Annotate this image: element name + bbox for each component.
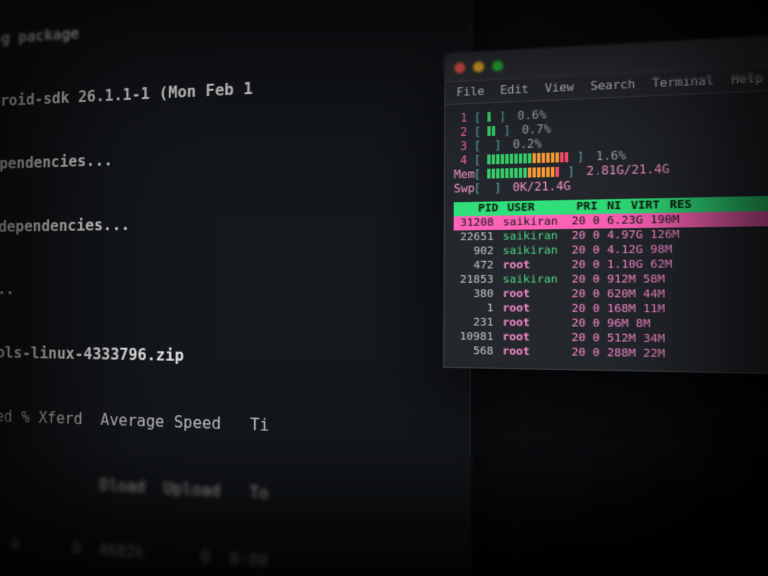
curl-header: % Received % Xferd Average Speed Ti bbox=[0, 402, 452, 443]
proc-user: saikiran bbox=[503, 229, 563, 244]
proc-pid: 380 bbox=[453, 287, 493, 301]
process-row[interactable]: 21853saikiran20 0 912M 58M bbox=[453, 271, 768, 287]
process-row[interactable]: 31208saikiran20 0 6.23G 190M bbox=[454, 209, 768, 231]
process-row[interactable]: 1root20 0 168M 11M bbox=[453, 301, 768, 318]
cpu-row: 3[]0.2% bbox=[454, 123, 768, 153]
curl-row: 100 147M 0 0 4682k 0 0:00 bbox=[0, 526, 451, 576]
maximize-icon[interactable] bbox=[492, 60, 503, 71]
mem-value: 2.81G/21.4G bbox=[586, 162, 669, 178]
col-pri: PRI bbox=[576, 201, 597, 214]
cpu-bar bbox=[488, 112, 493, 122]
cpu-bar bbox=[488, 152, 570, 164]
menu-terminal[interactable]: Terminal bbox=[652, 74, 714, 90]
process-header: PID USER PRI NI VIRT RES bbox=[454, 193, 768, 217]
cpu-num: 1 bbox=[454, 111, 467, 125]
proc-rest: 20 0 4.97G 126M bbox=[572, 224, 768, 243]
log-line: ng runtime dependencies... bbox=[0, 137, 453, 177]
proc-rest: 20 0 96M 8M bbox=[572, 316, 768, 334]
process-row[interactable]: 902saikiran20 0 4.12G 98M bbox=[454, 240, 768, 259]
col-ni: NI bbox=[607, 200, 621, 213]
menu-edit[interactable]: Edit bbox=[500, 83, 529, 97]
curl-header: Dload Upload To bbox=[0, 464, 451, 515]
process-row[interactable]: 231 root 20 0 96M 8M bbox=[453, 316, 768, 335]
minimize-icon[interactable] bbox=[473, 61, 484, 72]
cpu-pct: 0.2% bbox=[513, 137, 542, 151]
proc-user: saikiran bbox=[503, 244, 563, 259]
process-list: 31208saikiran20 0 6.23G 190M22651saikira… bbox=[453, 209, 768, 366]
proc-user: root bbox=[502, 330, 562, 345]
proc-user: root bbox=[502, 316, 562, 331]
proc-user: root bbox=[503, 301, 563, 316]
right-terminal-window: File Edit View Search Terminal Help Task… bbox=[443, 27, 768, 377]
process-row[interactable]: 10981root20 0 512M 34M bbox=[453, 330, 768, 350]
proc-rest: 20 0 620M 44M bbox=[572, 287, 768, 303]
htop-panel: Tasks: 106, 497 thr Load average: 0.08 U… bbox=[444, 84, 768, 376]
menu-help[interactable]: Help bbox=[731, 72, 763, 87]
cpu-row: 2[]0.7% bbox=[454, 108, 768, 140]
cpu-pct: 0.7% bbox=[522, 122, 551, 136]
process-row[interactable]: 472root20 0 1.10G 62M bbox=[453, 256, 768, 273]
swp-row: Swp [] 0K/21.4G bbox=[454, 170, 768, 196]
proc-rest: 20 0 1.10G 62M bbox=[572, 256, 768, 273]
col-res: RES bbox=[670, 199, 692, 212]
log-line: ving sources... bbox=[0, 278, 452, 302]
swp-value: 0K/21.4G bbox=[513, 179, 571, 194]
proc-rest: 20 0 4.12G 98M bbox=[572, 240, 768, 258]
col-user: USER bbox=[507, 201, 567, 214]
left-terminal: installing package package: android-sdk … bbox=[0, 0, 472, 576]
proc-rest: 20 0 912M 58M bbox=[572, 271, 768, 287]
proc-user: root bbox=[503, 258, 563, 273]
log-line: package: android-sdk 26.1.1-1 (Mon Feb 1 bbox=[0, 67, 453, 116]
proc-user: root bbox=[503, 287, 563, 302]
proc-user: saikiran bbox=[503, 273, 563, 288]
menu-search[interactable]: Search bbox=[590, 78, 635, 93]
menu-view[interactable]: View bbox=[545, 81, 574, 96]
mem-bar bbox=[488, 167, 561, 179]
proc-rest: 20 0 6.23G 190M bbox=[572, 209, 768, 229]
proc-user: saikiran bbox=[503, 215, 563, 230]
proc-rest: 20 0 288M 22M bbox=[571, 345, 768, 365]
process-row[interactable]: 22651saikiran20 0 4.97G 126M bbox=[454, 224, 768, 244]
proc-user: root bbox=[502, 345, 562, 360]
mem-row: Mem [] 2.81G/21.4G bbox=[454, 154, 768, 181]
process-row[interactable]: 568root20 0 288M 22M bbox=[453, 344, 768, 366]
proc-pid: 231 bbox=[453, 316, 493, 331]
log-line: oading sdk-tools-linux-4333796.zip bbox=[0, 340, 452, 372]
cpu-row: 4[]1.6% bbox=[454, 139, 768, 168]
proc-rest: 20 0 168M 11M bbox=[572, 302, 768, 319]
log-line: ng buildtime dependencies... bbox=[0, 207, 453, 238]
process-row[interactable]: 380 root 20 0 620M 44M bbox=[453, 287, 768, 303]
cpu-pct: 0.6% bbox=[517, 108, 546, 122]
log-line: installing package bbox=[0, 0, 453, 56]
col-virt: VIRT bbox=[631, 199, 660, 212]
proc-rest: 20 0 512M 34M bbox=[571, 331, 768, 350]
cpu-bar bbox=[488, 126, 497, 136]
cpu-pct: 1.6% bbox=[596, 149, 626, 163]
